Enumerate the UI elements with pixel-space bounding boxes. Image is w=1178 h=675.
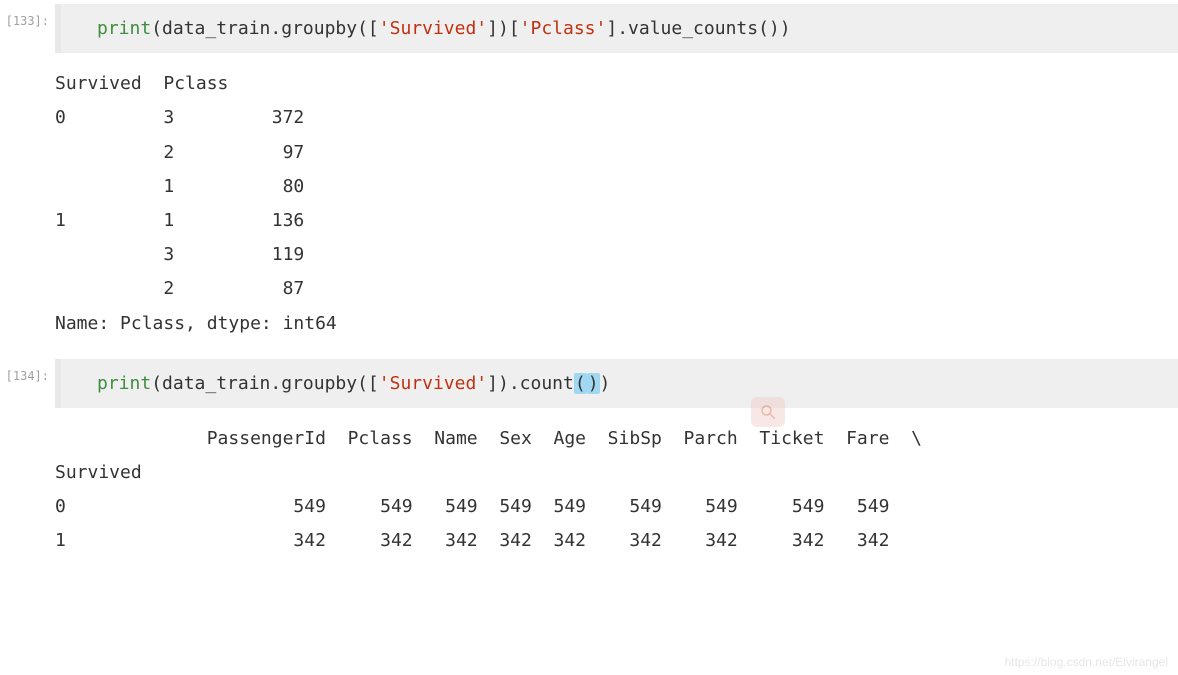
prompt-spacer	[0, 412, 55, 422]
code-editor-134[interactable]: print(data_train.groupby(['Survived']).c…	[61, 359, 1178, 408]
input-area-134[interactable]: print(data_train.groupby(['Survived']).c…	[55, 359, 1178, 408]
code-token-string: 'Survived'	[379, 373, 487, 394]
code-token: (data_train.groupby([	[151, 373, 379, 394]
code-token: )	[600, 373, 611, 394]
output-area-134: PassengerId Pclass Name Sex Age SibSp Pa…	[55, 412, 1178, 573]
output-text-133: Survived Pclass 0 3 372 2 97 1 80 1 1 13…	[55, 67, 1178, 341]
highlighted-paren-open: (	[574, 373, 587, 394]
output-cell-134: PassengerId Pclass Name Sex Age SibSp Pa…	[0, 412, 1178, 573]
input-cell-134: [134]: print(data_train.groupby(['Surviv…	[0, 359, 1178, 408]
input-cell-133: [133]: print(data_train.groupby(['Surviv…	[0, 4, 1178, 53]
code-token: ]).count	[487, 373, 574, 394]
output-cell-133: Survived Pclass 0 3 372 2 97 1 80 1 1 13…	[0, 57, 1178, 355]
highlighted-paren-close: )	[587, 373, 600, 394]
code-token: ])[	[487, 18, 520, 39]
watermark-text: https://blog.csdn.net/Elvirangel	[1005, 655, 1168, 669]
search-icon[interactable]	[751, 397, 785, 427]
code-token-func: print	[97, 18, 151, 39]
prompt-label-134: [134]:	[0, 359, 55, 383]
code-editor-133[interactable]: print(data_train.groupby(['Survived'])['…	[61, 4, 1178, 53]
output-text-134: PassengerId Pclass Name Sex Age SibSp Pa…	[55, 422, 1178, 559]
code-token-string: 'Pclass'	[520, 18, 607, 39]
output-area-133: Survived Pclass 0 3 372 2 97 1 80 1 1 13…	[55, 57, 1178, 355]
prompt-label-133: [133]:	[0, 4, 55, 28]
code-token: (data_train.groupby([	[151, 18, 379, 39]
prompt-spacer	[0, 57, 55, 67]
code-token-string: 'Survived'	[379, 18, 487, 39]
input-area-133[interactable]: print(data_train.groupby(['Survived'])['…	[55, 4, 1178, 53]
code-token: ].value_counts())	[606, 18, 790, 39]
code-token-func: print	[97, 373, 151, 394]
